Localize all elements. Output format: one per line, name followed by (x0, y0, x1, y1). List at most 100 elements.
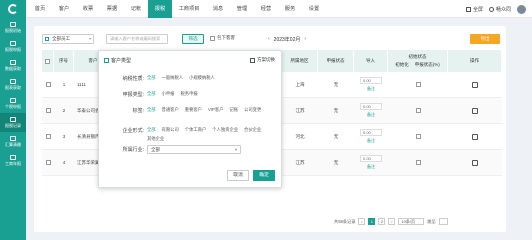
row-checkbox[interactable] (45, 134, 51, 139)
row-checkbox[interactable] (45, 82, 51, 87)
cancel-button[interactable]: 取消 (227, 170, 249, 181)
nav-settings[interactable]: 设置 (302, 0, 326, 18)
sidebar-item-annual-report[interactable]: 工商年报 (0, 151, 26, 170)
sidebar-item-tax-records[interactable]: 报税记录 (0, 113, 26, 132)
edit-icon[interactable] (472, 81, 478, 88)
page-size-select[interactable]: 10条/页 (398, 218, 425, 225)
filter-option[interactable]: 税务申报 (180, 91, 197, 98)
scheme-switch-button[interactable]: 方案切换 (250, 57, 275, 63)
header-checkbox[interactable] (42, 50, 54, 72)
page-1-button[interactable]: 1 (368, 218, 376, 225)
nav-operations[interactable]: 经营 (254, 0, 278, 18)
sidebar-item-tax-declare[interactable]: 报税申报 (0, 37, 26, 56)
filter-option[interactable]: 全部 (147, 127, 156, 133)
export-button[interactable]: 导出 (470, 34, 500, 44)
row-init-checkbox[interactable] (415, 160, 421, 165)
edit-icon[interactable] (472, 107, 478, 114)
row-checkbox-cell[interactable] (42, 98, 54, 123)
row-checkbox-cell[interactable] (42, 150, 54, 175)
filter-option[interactable]: 合伙企业 (244, 127, 261, 133)
next-month-icon[interactable]: › (304, 36, 306, 42)
avatar[interactable] (517, 4, 526, 14)
filter-option[interactable]: VIP客户 (208, 107, 224, 114)
filter-option[interactable]: 公司变更 (244, 107, 261, 114)
nav-tax[interactable]: 报税 (148, 0, 172, 18)
filter-button[interactable]: 筛选 (182, 34, 204, 44)
prev-page-button[interactable]: ‹ (358, 218, 366, 225)
sidebar-item-annual-settlement[interactable]: 汇算清缴 (0, 132, 26, 151)
filter-option[interactable]: 小规模纳税人 (189, 75, 215, 82)
sidebar: 报税初始 报税申报 数据获取 报表获取 个税申报 报税记录 汇算清缴 工商年报 (0, 18, 26, 240)
confirm-button[interactable]: 确定 (253, 170, 275, 181)
header-init-status: 初始状态 (408, 54, 427, 59)
filter-option[interactable]: 全部 (147, 75, 156, 82)
filter-option[interactable]: 全部 (147, 107, 156, 114)
nav-home[interactable]: 首页 (28, 0, 52, 18)
row-init-checkbox[interactable] (415, 82, 421, 87)
nav-management[interactable]: 管理 (230, 0, 254, 18)
row-checkbox-cell[interactable] (42, 124, 54, 149)
nav-bookkeeping[interactable]: 记帐 (124, 0, 148, 18)
filter-option[interactable]: 有限公司 (162, 127, 179, 133)
filter-option[interactable]: 全部 (147, 91, 156, 98)
app-logo[interactable] (0, 0, 26, 18)
nav-customers[interactable]: 客户 (52, 0, 76, 18)
edit-icon[interactable] (472, 159, 478, 166)
edit-icon[interactable] (472, 133, 478, 140)
nav-bills[interactable]: 票据 (100, 0, 124, 18)
header-region[interactable]: 所属地区 (282, 50, 318, 72)
row-checkbox[interactable] (45, 160, 51, 165)
staff-select[interactable]: 全部员工 ▾ (42, 34, 94, 44)
search-input[interactable]: 请输入客户名称或编码搜索 (106, 34, 168, 44)
sidebar-item-tax-init[interactable]: 报税初始 (0, 18, 26, 37)
row-note[interactable]: 备注 (367, 112, 375, 118)
hide-checkbox-wrap[interactable]: 包下客客 (210, 35, 235, 41)
nav-messages[interactable]: 消息 (206, 0, 230, 18)
filter-option[interactable]: 个人独资企业 (212, 127, 238, 133)
row-checkbox[interactable] (45, 108, 51, 113)
row-init-checkbox[interactable] (415, 134, 421, 139)
sidebar-item-report-fetch[interactable]: 报表获取 (0, 75, 26, 94)
filter-option[interactable]: 重要客户 (185, 107, 202, 114)
sidebar-item-data-fetch[interactable]: 数据获取 (0, 56, 26, 75)
header-sub-rate: 申报状态(%) (414, 62, 440, 67)
page-2-button[interactable]: 2 (378, 218, 386, 225)
header-import[interactable]: 导入 (354, 50, 388, 72)
industry-select-value: 全部 (151, 147, 160, 152)
month-picker[interactable]: ‹ 2023年02月 › (268, 34, 306, 44)
goto-input[interactable] (438, 218, 448, 225)
sidebar-item-personal-tax[interactable]: 个税申报 (0, 94, 26, 113)
filter-option[interactable]: 个体工商户 (185, 127, 206, 133)
row-import-input[interactable]: 0.00 (360, 129, 382, 136)
filter-option[interactable]: 普通客户 (162, 107, 179, 114)
filter-option[interactable]: 小申报 (162, 91, 175, 98)
select-all-checkbox[interactable] (45, 58, 50, 64)
calendar-icon (10, 154, 16, 160)
prev-month-icon[interactable]: ‹ (268, 36, 270, 42)
chevron-down-icon: ▾ (234, 147, 237, 152)
filter-option[interactable]: 记账 (230, 107, 239, 114)
download-icon (10, 59, 16, 65)
nav-invoices[interactable]: 收票 (76, 0, 100, 18)
filter-option[interactable]: 一般纳税人 (162, 75, 183, 82)
row-init-checkbox[interactable] (415, 108, 421, 113)
row-import-input[interactable]: 0.00 (360, 77, 382, 84)
row-import-input[interactable]: 0.00 (360, 103, 382, 110)
next-page-button[interactable]: › (388, 218, 396, 225)
row-note[interactable]: 备注 (367, 86, 375, 92)
header-status[interactable]: 申报状态 (318, 50, 354, 72)
row-note[interactable]: 备注 (367, 164, 375, 170)
row-import-input[interactable]: 0.00 (360, 155, 382, 162)
row-no: 3 (62, 134, 66, 139)
industry-select[interactable]: 全部 ▾ (147, 145, 241, 154)
user-menu[interactable]: 畅众同 (488, 6, 511, 13)
row-checkbox-cell[interactable] (42, 72, 54, 97)
filter-options: 全部 一般纳税人 小规模纳税人 (147, 75, 277, 82)
filter-option[interactable]: 其他企业 (147, 136, 164, 142)
nav-services[interactable]: 服务 (278, 0, 302, 18)
fullscreen-button[interactable]: 全屏 (465, 6, 483, 13)
row-note[interactable]: 备注 (367, 138, 375, 144)
hide-checkbox[interactable] (210, 35, 215, 41)
nav-business-projects[interactable]: 工商项目 (172, 0, 206, 18)
top-bar: 首页 客户 收票 票据 记帐 报税 工商项目 消息 管理 经营 服务 设置 全屏… (0, 0, 532, 18)
